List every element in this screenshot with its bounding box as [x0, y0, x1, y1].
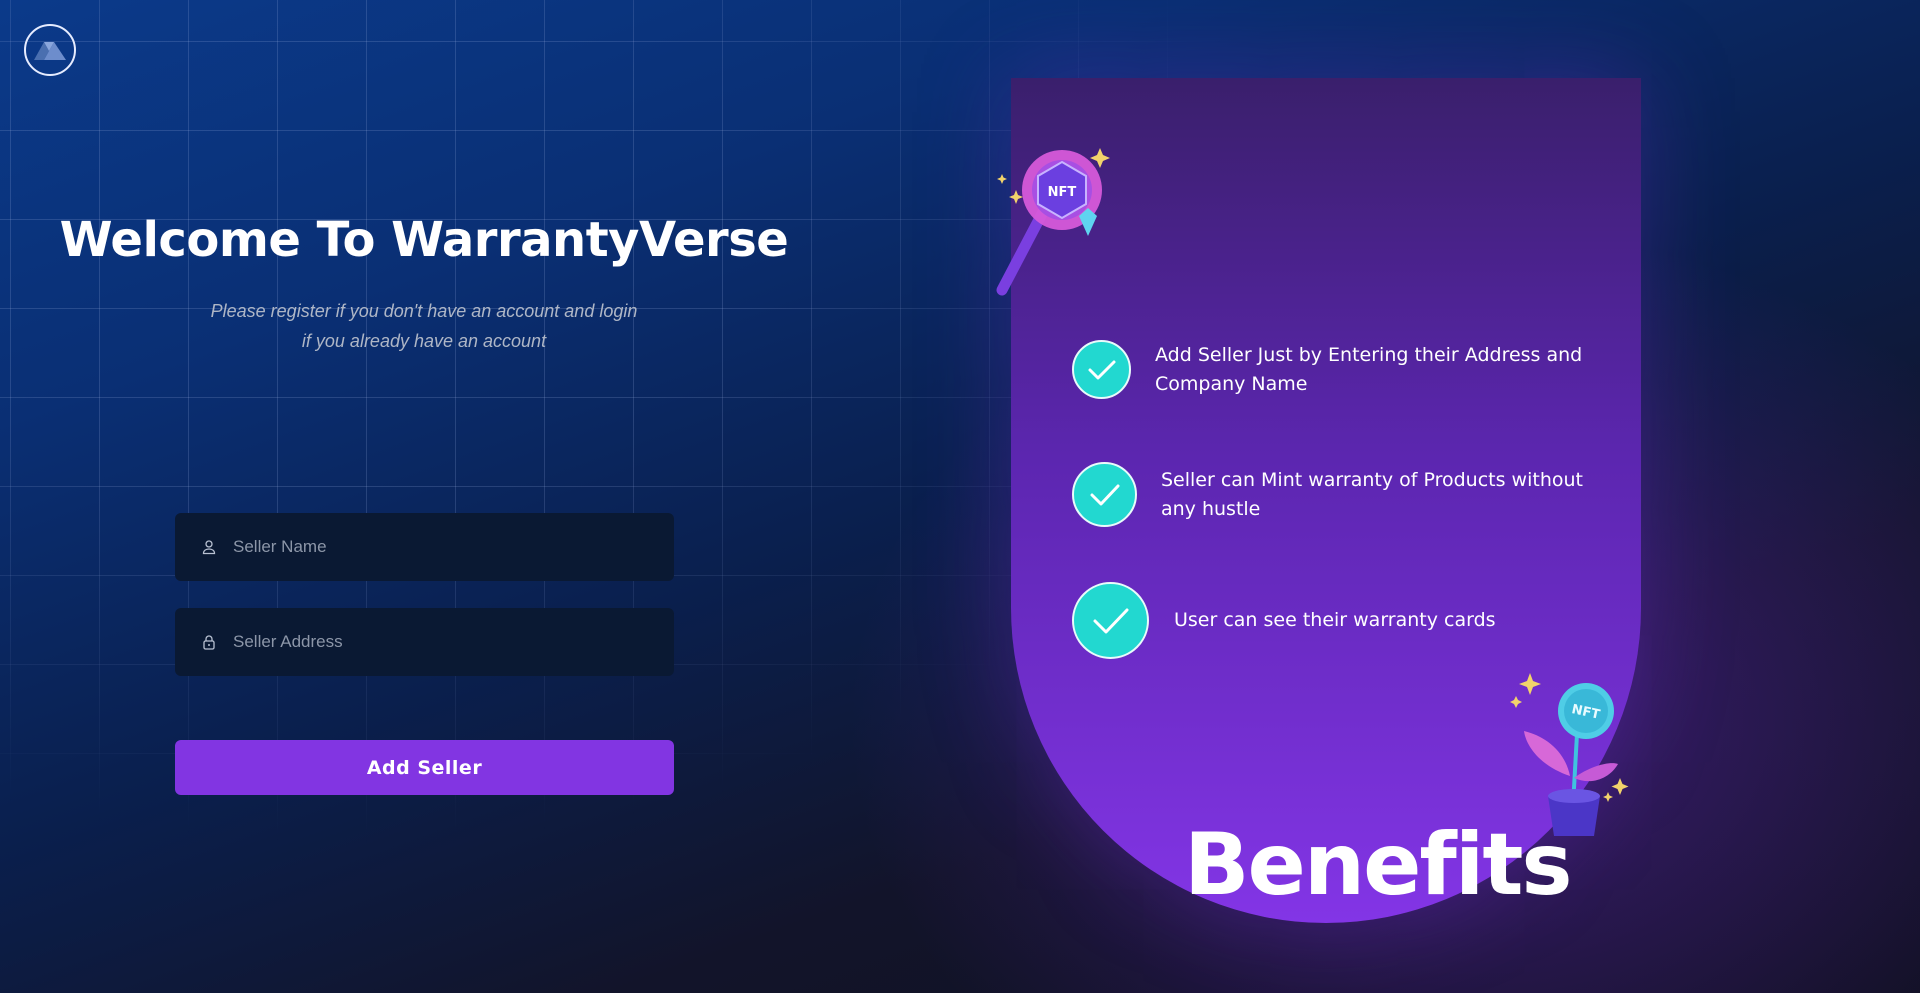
add-seller-button[interactable]: Add Seller — [175, 740, 674, 795]
benefit-text-3: User can see their warranty cards — [1174, 609, 1496, 631]
page-title: Welcome To WarrantyVerse — [59, 212, 789, 268]
benefits-title: Benefits — [1184, 815, 1573, 915]
benefit-text-1: Add Seller Just by Entering their Addres… — [1155, 343, 1583, 395]
benefit-item-3: User can see their warranty cards — [1072, 582, 1604, 659]
user-icon — [201, 539, 217, 555]
logo[interactable] — [24, 24, 76, 76]
check-icon — [1072, 340, 1131, 399]
check-icon — [1072, 582, 1149, 659]
check-icon — [1072, 462, 1137, 527]
warrantyverse-logo-icon — [34, 42, 66, 60]
nft-magnifier-icon: NFT — [996, 148, 1110, 296]
lock-icon — [201, 634, 217, 650]
seller-address-input[interactable] — [231, 631, 674, 653]
magnifier-nft-label: NFT — [1048, 185, 1077, 200]
benefit-item-1: Add Seller Just by Entering their Addres… — [1072, 340, 1585, 399]
page-subtitle: Please register if you don't have an acc… — [210, 301, 638, 351]
seller-name-input[interactable] — [231, 536, 674, 558]
seller-name-field[interactable] — [175, 513, 674, 581]
seller-address-field[interactable] — [175, 608, 674, 676]
benefit-item-2: Seller can Mint warranty of Products wit… — [1072, 462, 1591, 527]
benefit-text-2: Seller can Mint warranty of Products wit… — [1161, 468, 1583, 520]
